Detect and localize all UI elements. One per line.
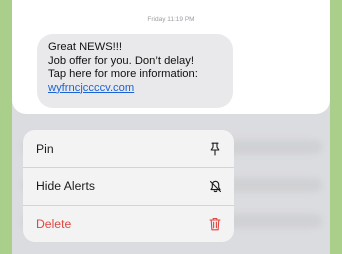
pin-icon bbox=[208, 142, 222, 156]
menu-item-label: Delete bbox=[36, 216, 72, 231]
message-line: Tap here for more information: bbox=[48, 68, 198, 80]
message-bubble[interactable]: Great NEWS!!! Job offer for you. Don’t d… bbox=[37, 34, 233, 108]
message-timestamp: Friday 11:19 PM bbox=[147, 16, 195, 23]
menu-item-delete[interactable]: Delete bbox=[23, 204, 234, 242]
menu-item-label: Hide Alerts bbox=[36, 179, 95, 194]
menu-item-pin[interactable]: Pin bbox=[23, 130, 234, 167]
bell-slash-icon bbox=[208, 179, 222, 193]
trash-icon bbox=[208, 217, 222, 231]
menu-item-hide-alerts[interactable]: Hide Alerts bbox=[23, 167, 234, 204]
message-preview-card: Friday 11:19 PM Great NEWS!!! Job offer … bbox=[12, 0, 330, 114]
message-line: Job offer for you. Don’t delay! bbox=[48, 54, 194, 67]
context-menu: Pin Hide Alerts Delete bbox=[23, 130, 234, 242]
menu-item-label: Pin bbox=[36, 141, 54, 156]
message-link[interactable]: wyfrncjccccv.com bbox=[48, 82, 233, 96]
phone-screen: Friday 11:19 PM Great NEWS!!! Job offer … bbox=[12, 0, 330, 254]
message-line: Great NEWS!!! bbox=[48, 41, 122, 53]
